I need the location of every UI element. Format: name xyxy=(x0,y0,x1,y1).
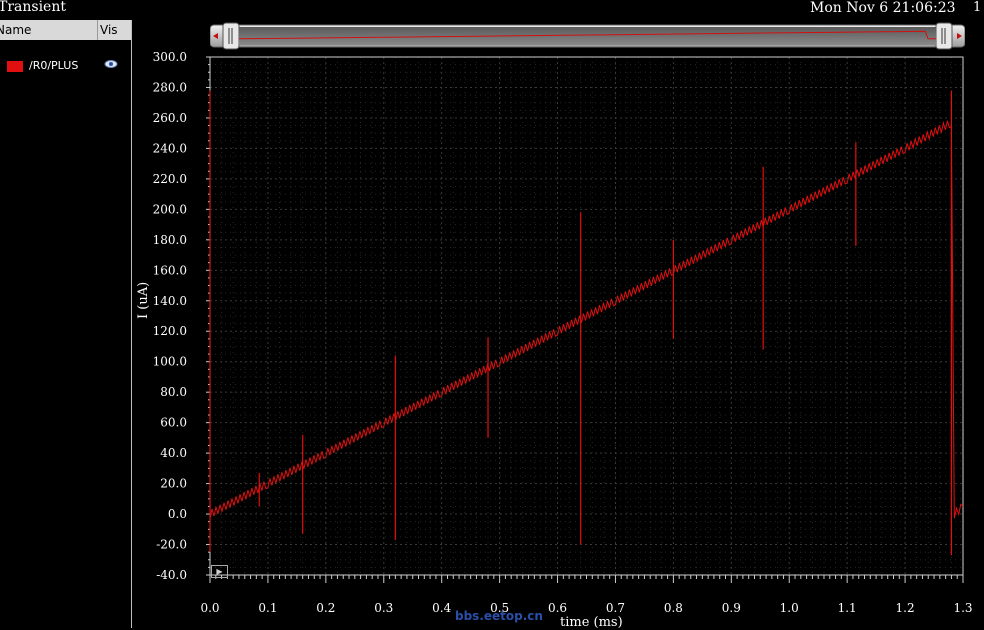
y-tick-label: 300.0 xyxy=(153,50,187,64)
window-title: Transient xyxy=(0,0,66,15)
zoom-scrollbar[interactable] xyxy=(209,20,966,50)
x-tick-label: 0.1 xyxy=(258,601,277,615)
watermark: bbs.eetop.cn xyxy=(455,609,543,623)
x-tick-label: 0.2 xyxy=(316,601,335,615)
scroll-right-handle[interactable] xyxy=(935,22,953,50)
y-tick-label: 120.0 xyxy=(153,324,187,338)
legend-col-vis[interactable]: Vis xyxy=(100,23,118,37)
y-tick-label: 40.0 xyxy=(160,446,187,460)
y-tick-label: 20.0 xyxy=(160,477,187,491)
legend-col-name[interactable]: Name xyxy=(0,23,31,37)
legend-header: Name Vis xyxy=(0,20,131,40)
y-tick-label: 0.0 xyxy=(168,507,187,521)
legend-item-label: /R0/PLUS xyxy=(29,59,79,72)
x-tick-label: 0.3 xyxy=(374,601,393,615)
legend-item[interactable]: /R0/PLUS xyxy=(0,59,131,75)
timestamp: Mon Nov 6 21:06:23 xyxy=(810,0,956,16)
x-tick-label: 0.8 xyxy=(664,601,683,615)
y-tick-label: 80.0 xyxy=(160,385,187,399)
series-line xyxy=(209,120,964,519)
x-tick-label: 0.4 xyxy=(432,601,451,615)
x-tick-label: 1.2 xyxy=(896,601,915,615)
y-tick-label: 160.0 xyxy=(153,263,187,277)
subplot-number: 1 xyxy=(973,0,982,15)
y-tick-label: 200.0 xyxy=(153,202,187,216)
y-tick-label: -40.0 xyxy=(156,568,187,582)
plot-frame xyxy=(209,56,964,576)
play-button[interactable]: ▶ xyxy=(211,565,228,578)
y-axis-label: I (uA) xyxy=(136,281,151,319)
x-tick-label: 0.6 xyxy=(548,601,567,615)
x-tick-label: 0.9 xyxy=(722,601,741,615)
y-tick-label: 260.0 xyxy=(153,111,187,125)
y-tick-label: 240.0 xyxy=(153,141,187,155)
y-tick-label: 100.0 xyxy=(153,355,187,369)
y-tick-label: 180.0 xyxy=(153,233,187,247)
legend-panel: Name Vis /R0/PLUS xyxy=(0,20,132,628)
x-tick-label: 1.3 xyxy=(953,601,972,615)
scroll-left-handle[interactable] xyxy=(222,22,240,50)
x-tick-label: 1.0 xyxy=(780,601,799,615)
y-tick-label: 140.0 xyxy=(153,294,187,308)
y-tick-label: -20.0 xyxy=(156,538,187,552)
x-tick-label: 0.0 xyxy=(200,601,219,615)
eye-icon[interactable] xyxy=(104,59,118,72)
y-tick-label: 220.0 xyxy=(153,172,187,186)
column-divider[interactable] xyxy=(97,20,98,40)
x-tick-label: 0.7 xyxy=(606,601,625,615)
x-tick-label: 1.1 xyxy=(838,601,857,615)
legend-color-swatch xyxy=(7,61,23,72)
y-tick-label: 280.0 xyxy=(153,80,187,94)
y-tick-label: 60.0 xyxy=(160,416,187,430)
